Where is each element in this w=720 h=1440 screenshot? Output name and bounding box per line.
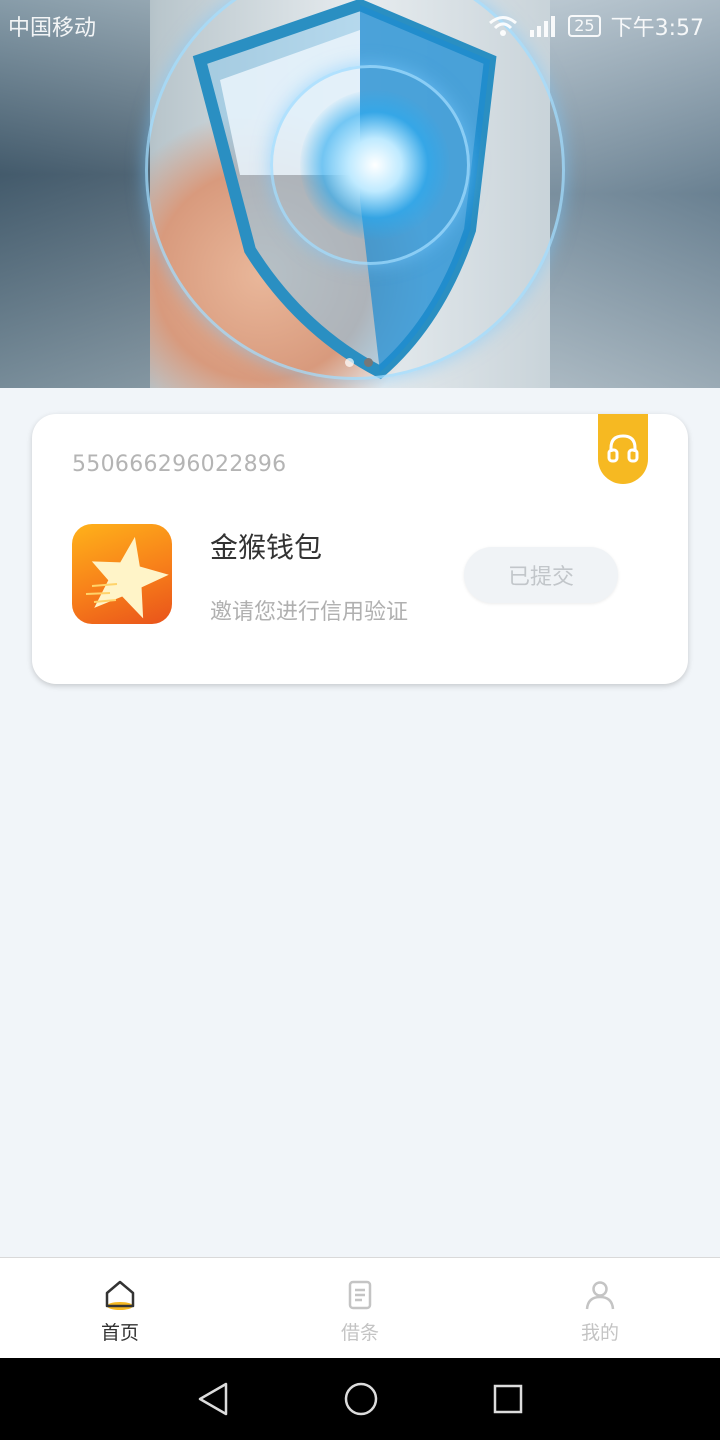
clock: 下午3:57: [610, 16, 704, 41]
tab-mine[interactable]: 我的: [480, 1258, 720, 1358]
signal-icon: [530, 16, 556, 37]
star-icon: [85, 536, 169, 619]
customer-service-button[interactable]: [598, 414, 648, 484]
tab-mine-label: 我的: [580, 1322, 619, 1344]
tab-home[interactable]: 首页: [0, 1258, 240, 1358]
hero-banner[interactable]: [0, 0, 720, 388]
app-name: 金猴钱包: [210, 531, 323, 564]
submitted-button[interactable]: 已提交: [464, 547, 618, 603]
bottom-tab-bar: 首页 借条 我的: [0, 1257, 720, 1358]
battery-icon: 25: [568, 15, 601, 37]
home-icon: [105, 1280, 135, 1310]
banner-dot-2[interactable]: [364, 358, 373, 367]
banner-glow: [300, 90, 450, 240]
app-subtitle: 邀请您进行信用验证: [210, 600, 409, 625]
wifi-icon: [489, 16, 518, 36]
credit-invite-card[interactable]: 550666296022896 金猴钱包 邀请您进行信用验证 已提交: [32, 414, 688, 684]
tab-home-label: 首页: [100, 1322, 139, 1344]
banner-dot-1[interactable]: [345, 358, 354, 367]
recents-icon[interactable]: [492, 1383, 524, 1415]
status-bar: 中国移动 25 下午3:57: [0, 0, 720, 48]
tab-iou-label: 借条: [340, 1322, 379, 1344]
banner-pagination: [345, 358, 373, 367]
order-number: 550666296022896: [72, 452, 287, 477]
user-icon: [585, 1281, 615, 1310]
carrier-label: 中国移动: [8, 16, 97, 41]
back-icon[interactable]: [196, 1381, 230, 1417]
app-logo: [72, 524, 172, 624]
system-nav-bar: [0, 1358, 720, 1440]
status-icons: 25 下午3:57: [488, 10, 704, 42]
headset-icon: [607, 434, 639, 463]
home-circle-icon[interactable]: [343, 1381, 379, 1417]
document-icon: [348, 1280, 372, 1310]
tab-iou[interactable]: 借条: [240, 1258, 480, 1358]
